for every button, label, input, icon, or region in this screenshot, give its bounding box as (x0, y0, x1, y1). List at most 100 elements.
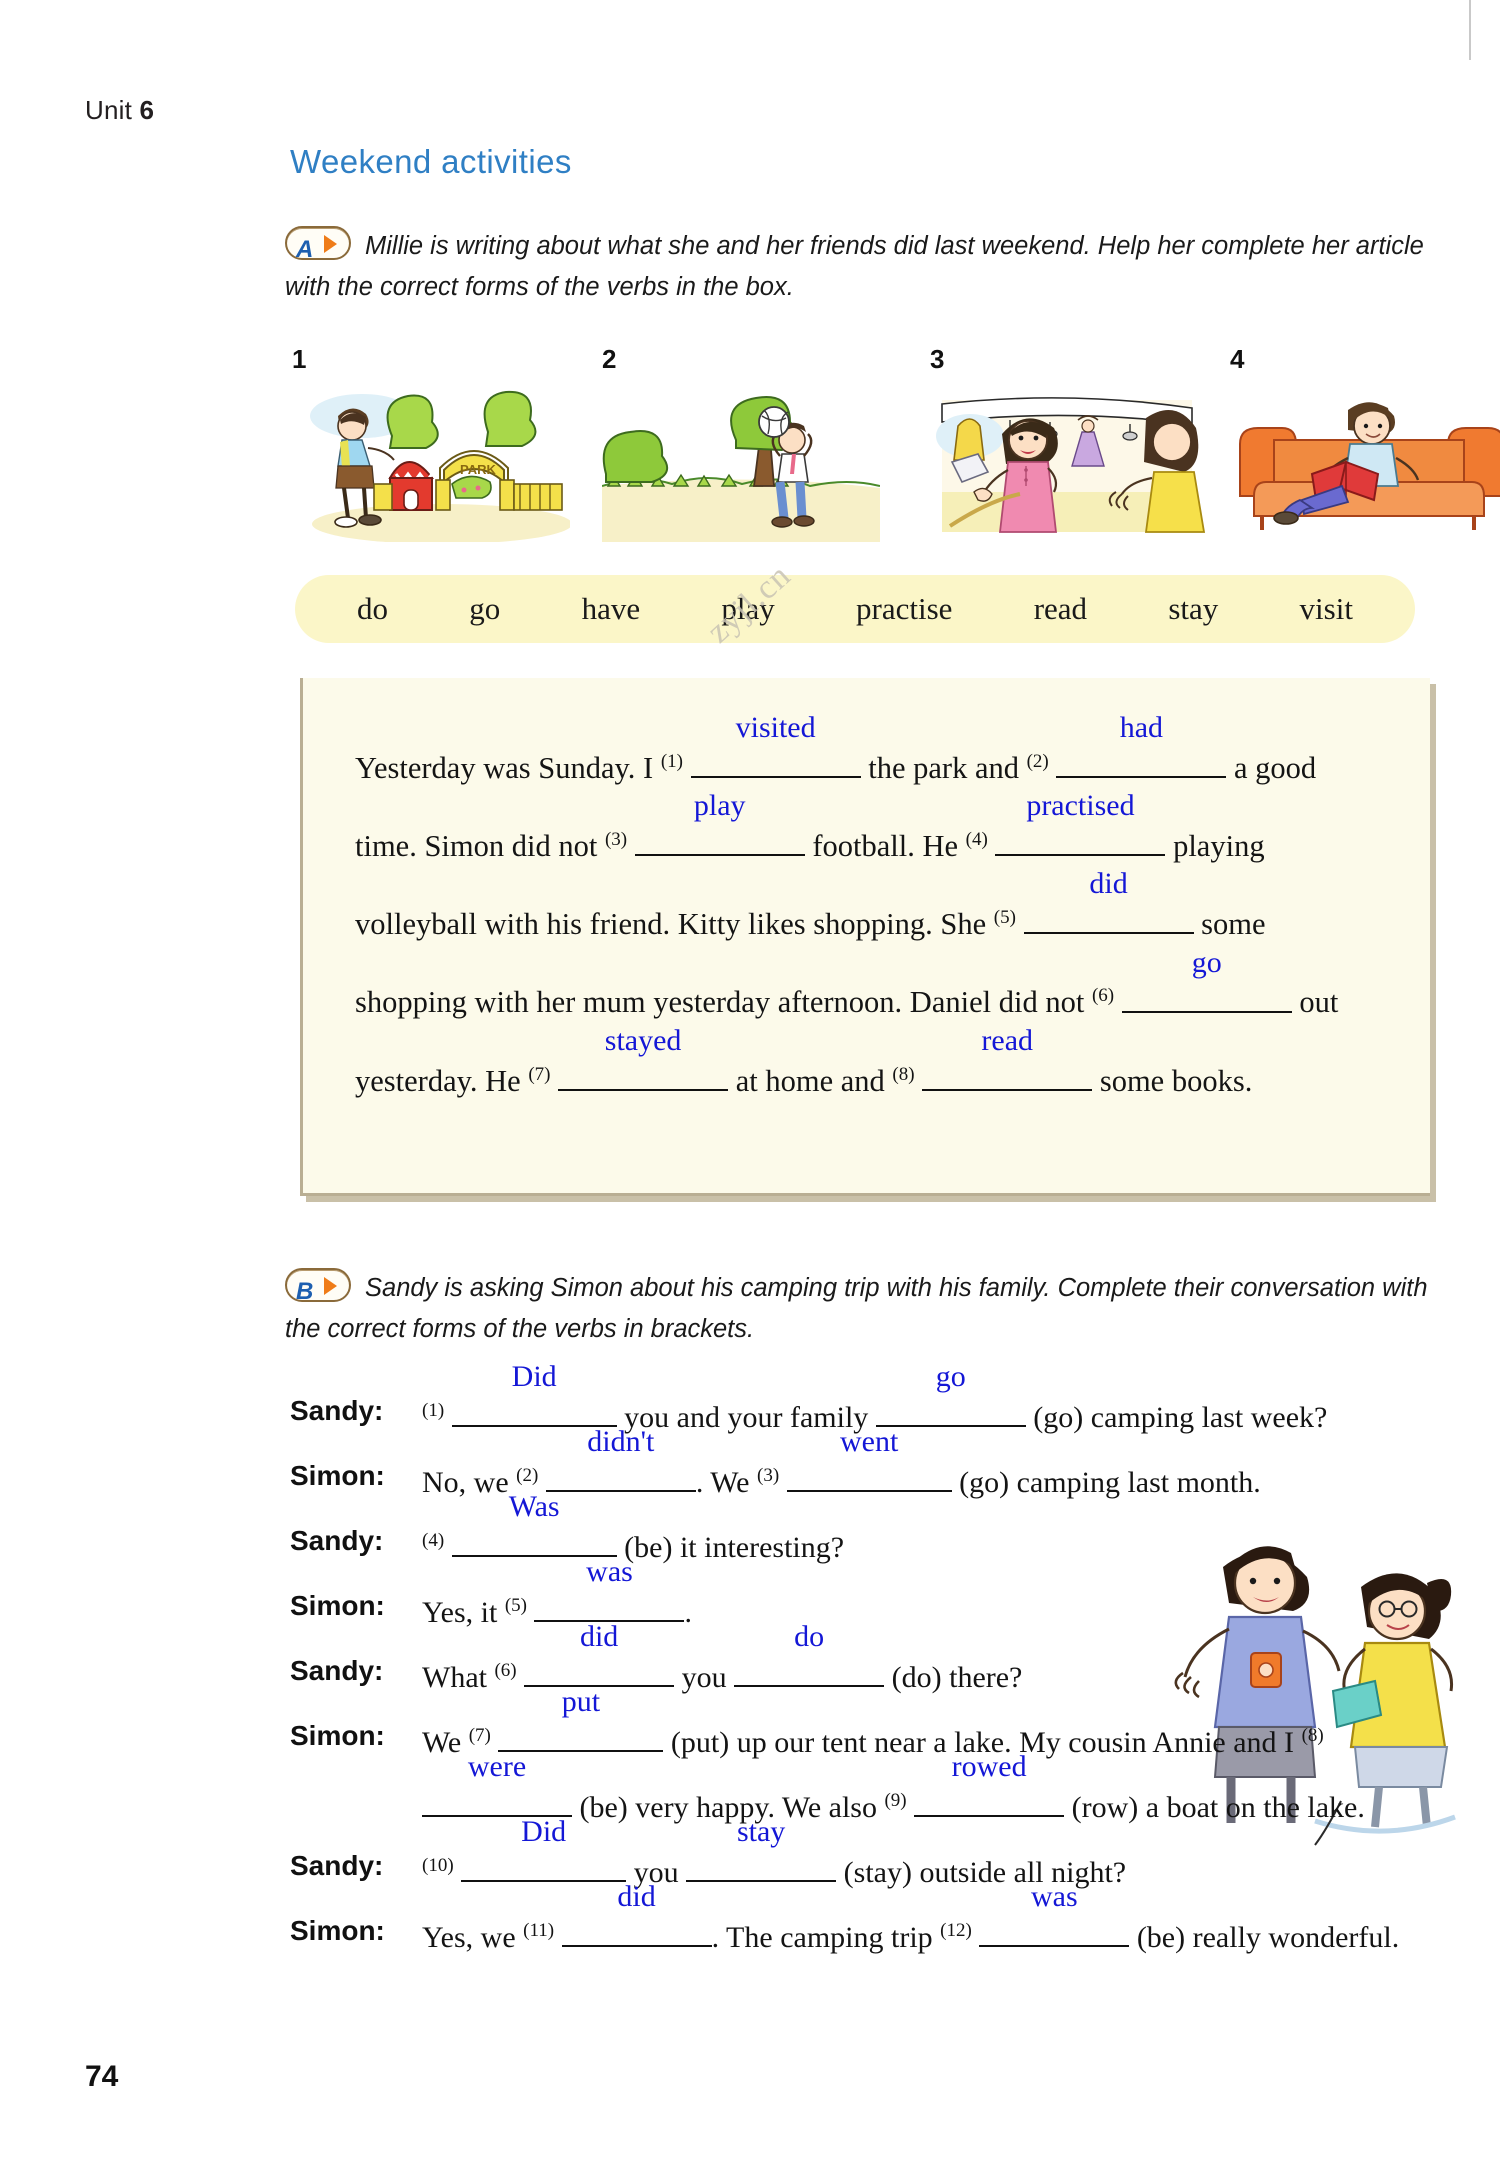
dialogue-blank-number: (6) (494, 1660, 517, 1681)
dialogue-speaker: Sandy: (290, 1655, 384, 1686)
article-num-7: (7) (528, 1063, 551, 1085)
dialogue-speaker: Simon: (290, 1720, 385, 1751)
dialogue-blank[interactable]: Did (451, 1361, 617, 1427)
dialogue-text: you (674, 1661, 735, 1694)
dialogue-blank[interactable]: put (498, 1686, 664, 1752)
dialogue-answer: didn't (587, 1425, 655, 1458)
dialogue-speaker: Sandy: (290, 1395, 384, 1426)
dialogue-blank[interactable]: Did (461, 1816, 627, 1882)
article-answer-8: read (981, 1023, 1034, 1057)
dialogue-blank-number: (2) (516, 1465, 539, 1486)
article-blank-2[interactable]: had (1056, 712, 1227, 779)
article-answer-3: play (693, 789, 746, 823)
dialogue-answer: was (1030, 1880, 1078, 1913)
word-bank-item-1[interactable]: go (469, 591, 500, 627)
dialogue-answer: stay (736, 1815, 786, 1848)
dialogue-blank-number: (11) (523, 1920, 555, 1941)
task-b-instruction-block: B Sandy is asking Simon about his campin… (285, 1268, 1445, 1350)
dialogue-text: (be) really wonderful. (1129, 1921, 1400, 1954)
article-num-5: (5) (993, 907, 1016, 929)
dialogue-speaker: Simon: (290, 1915, 385, 1946)
dialogue-answer: Did (521, 1815, 567, 1848)
dialogue-blank-number: (8) (1301, 1725, 1324, 1746)
article-blank-1[interactable]: visited (690, 712, 861, 779)
dialogue-answer: did (579, 1620, 619, 1653)
dialogue-answer: go (935, 1360, 966, 1393)
task-b-badge[interactable]: B (285, 1268, 351, 1305)
task-b-instruction-text: Sandy is asking Simon about his camping … (285, 1274, 1428, 1343)
dialogue-speaker: Simon: (290, 1590, 385, 1621)
dialogue-line: Yes, we (11) did. The camping trip (12) … (422, 1881, 1470, 1967)
article-answer-6: go (1191, 945, 1222, 979)
dialogue-blank[interactable]: didn't (545, 1426, 696, 1492)
dialogue-answer: were (467, 1750, 527, 1783)
word-bank: do go have play practise read stay visit (295, 575, 1415, 643)
dialogue-text: Yes, it (422, 1596, 505, 1629)
dialogue-blank[interactable]: were (422, 1751, 572, 1817)
dialogue-blank[interactable]: Was (451, 1491, 617, 1557)
dialogue-text: (go) camping last month. (951, 1466, 1261, 1499)
svg-text:PARK: PARK (460, 462, 496, 477)
article-num-1: (1) (660, 751, 683, 772)
article-blank-6[interactable]: go (1121, 946, 1292, 1013)
page-title: Weekend activities (290, 143, 572, 180)
word-bank-item-5[interactable]: read (1034, 591, 1087, 627)
article-panel: Yesterday was Sunday. I (1) visited the … (300, 678, 1430, 1196)
article-num-3: (3) (604, 829, 628, 851)
task-a-instruction-text: Millie is writing about what she and her… (285, 232, 1424, 301)
dialogue-blank[interactable]: was (979, 1881, 1130, 1947)
dialogue-answer: went (839, 1425, 899, 1458)
task-a-letter: A (296, 236, 314, 263)
dialogue-answer: put (561, 1685, 601, 1718)
dialogue-blank[interactable]: did (524, 1621, 675, 1687)
article-blank-8[interactable]: read (922, 1024, 1093, 1091)
article-seg-9: some books. (1092, 1063, 1253, 1098)
dialogue-answer: Was (508, 1490, 560, 1523)
dialogue-blank[interactable]: stay (686, 1816, 837, 1882)
dialogue-blank[interactable]: rowed (914, 1751, 1065, 1817)
dialogue-row: Sandy: What (6) did you do (do) there? (290, 1621, 1470, 1707)
dialogue-blank[interactable]: did (561, 1881, 712, 1947)
dialogue-answer: was (586, 1555, 633, 1588)
word-bank-item-0[interactable]: do (357, 591, 388, 627)
article-seg-4: football. He (804, 829, 966, 864)
dialogue-blank[interactable]: go (875, 1361, 1026, 1427)
dialogue-blank[interactable]: do (734, 1621, 885, 1687)
picture-number-1: 1 (292, 344, 307, 374)
dialogue-blank[interactable]: went (786, 1426, 952, 1492)
dialogue-blank-number: (9) (884, 1790, 907, 1811)
task-a-badge[interactable]: A (285, 226, 351, 263)
picture-1-park-visit: PARK (292, 374, 570, 542)
picture-strip: 1 2 3 4 PARK (292, 344, 1500, 542)
dialogue-blank[interactable]: was (534, 1556, 685, 1622)
article-blank-5[interactable]: did (1023, 868, 1194, 935)
picture-number-2: 2 (602, 344, 617, 374)
task-b-letter: B (296, 1278, 314, 1305)
dialogue-blank-number: (7) (468, 1725, 491, 1746)
article-seg-1: Yesterday was Sunday. I (355, 751, 661, 786)
article-blank-4[interactable]: practised (995, 790, 1166, 857)
article-blank-7[interactable]: stayed (558, 1024, 729, 1091)
picture-number-3: 3 (930, 344, 945, 374)
play-triangle-icon (324, 1277, 337, 1295)
dialogue-text: (do) there? (884, 1661, 1023, 1694)
word-bank-item-2[interactable]: have (582, 591, 641, 627)
dialogue-answer: do (794, 1620, 825, 1653)
dialogue-list: Sandy: (1) Did you and your family go (go… (290, 1361, 1470, 1967)
article-answer-1: visited (735, 711, 816, 745)
dialogue-text: What (422, 1661, 495, 1694)
dialogue-answer: rowed (951, 1750, 1027, 1783)
article-num-6: (6) (1091, 985, 1115, 1007)
dialogue-blank-number: (10) (422, 1855, 454, 1876)
dialogue-blank-number: (12) (940, 1920, 972, 1941)
article-answer-7: stayed (604, 1023, 682, 1057)
article-blank-3[interactable]: play (634, 790, 805, 857)
word-bank-item-3[interactable]: play (721, 591, 774, 627)
article-num-2: (2) (1026, 751, 1049, 772)
word-bank-item-7[interactable]: visit (1300, 591, 1353, 627)
word-bank-item-4[interactable]: practise (856, 591, 952, 627)
dialogue-speaker: Simon: (290, 1460, 385, 1491)
word-bank-item-6[interactable]: stay (1168, 591, 1218, 627)
page-number: 74 (85, 2060, 119, 2093)
article-text: Yesterday was Sunday. I (1) visited the … (355, 712, 1378, 1117)
